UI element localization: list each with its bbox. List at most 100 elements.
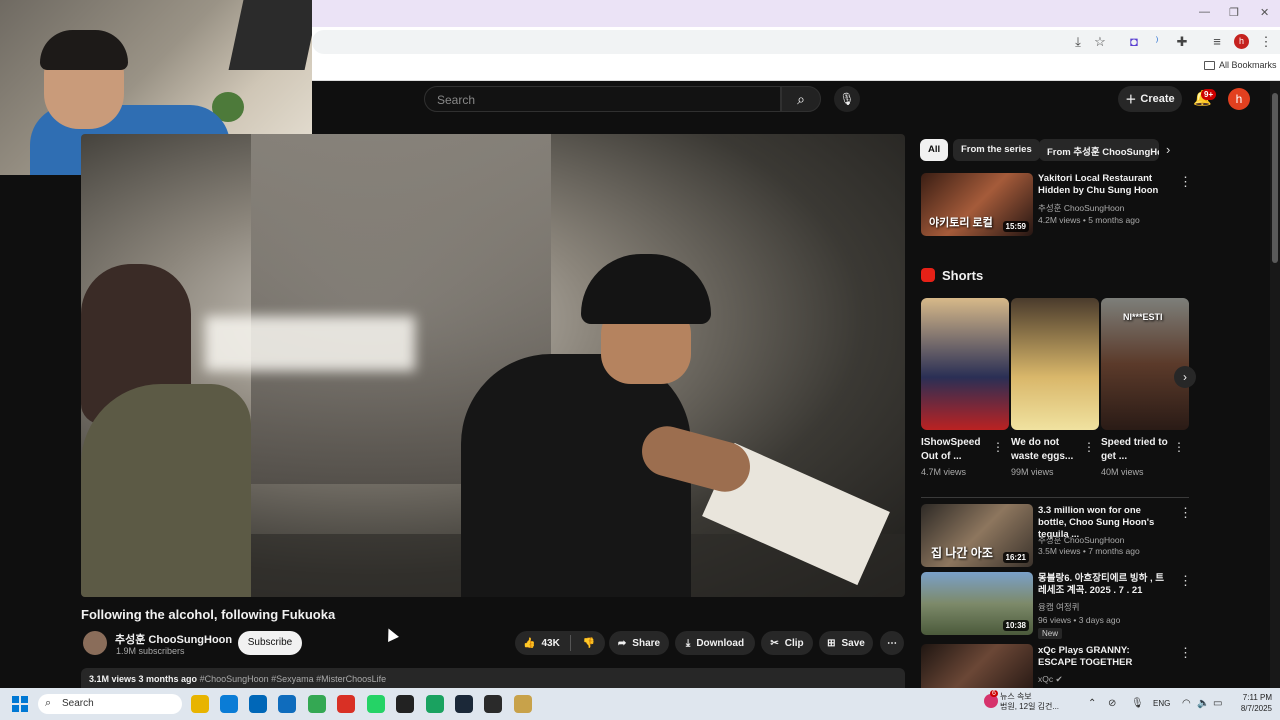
video-thumbnail[interactable] <box>921 644 1033 688</box>
taskbar-app-icon[interactable] <box>220 695 238 713</box>
chip-from-series[interactable]: From the series <box>953 139 1040 161</box>
subscribe-button[interactable]: Subscribe <box>238 631 302 655</box>
short-title[interactable]: We do not waste eggs... <box>1011 436 1081 464</box>
more-vertical-icon[interactable]: ⋮ <box>1083 440 1095 454</box>
download-button[interactable]: ⤓ Download <box>675 631 755 655</box>
scissors-icon: ✂ <box>770 637 779 649</box>
recommended-video-channel[interactable]: xQc ✔ <box>1038 674 1063 685</box>
tray-app-icon[interactable]: ⊘ <box>1108 698 1116 709</box>
wifi-icon[interactable]: ◠ <box>1182 698 1191 709</box>
mic-icon: 🎙 <box>839 92 855 106</box>
more-vertical-icon[interactable]: ⋮ <box>1179 174 1192 190</box>
taskbar-app-icon[interactable] <box>337 695 355 713</box>
chevron-right-icon[interactable]: › <box>1166 142 1170 157</box>
share-icon: ➦ <box>617 637 627 649</box>
thumbs-down-icon[interactable]: 👎 <box>583 638 595 649</box>
like-count[interactable]: 43K <box>541 638 559 649</box>
chip-from-channel[interactable]: From 추성훈 ChooSungHoon <box>1039 139 1159 161</box>
close-window-button[interactable]: ✕ <box>1260 6 1269 19</box>
recommended-video-title[interactable]: xQc Plays GRANNY: ESCAPE TOGETHER <box>1038 645 1170 669</box>
more-vertical-icon[interactable]: ⋮ <box>1179 645 1192 661</box>
more-vertical-icon[interactable]: ⋮ <box>1179 573 1192 589</box>
hashtags[interactable]: #ChooSungHoon #Sexyama #MisterChoosLife <box>200 674 387 684</box>
shorts-next-button[interactable]: › <box>1174 366 1196 388</box>
video-thumbnail[interactable]: 10:38 <box>921 572 1033 635</box>
minimize-button[interactable]: — <box>1199 6 1210 18</box>
channel-name[interactable]: 추성훈 ChooSungHoon <box>115 631 232 647</box>
media-control-icon[interactable]: ≡ <box>1208 33 1226 51</box>
save-button[interactable]: ⊞ Save <box>819 631 873 655</box>
video-duration: 10:38 <box>1002 620 1029 631</box>
channel-avatar[interactable] <box>83 631 107 655</box>
taskbar-search[interactable]: Search <box>38 694 182 714</box>
recommended-video-channel[interactable]: 추성훈 ChooSungHoon <box>1038 202 1124 214</box>
taskbar-app-icon[interactable] <box>396 695 414 713</box>
short-views: 40M views <box>1101 467 1144 477</box>
thumbs-up-icon[interactable]: 👍 <box>523 638 535 649</box>
taskbar-app-icon[interactable] <box>455 695 473 713</box>
scrollbar-thumb[interactable] <box>1272 93 1278 263</box>
taskbar-app-icon[interactable] <box>484 695 502 713</box>
recommended-video-meta: 96 views • 3 days ago <box>1038 615 1121 625</box>
search-button[interactable]: ⌕ <box>781 86 821 112</box>
short-thumbnail[interactable] <box>1011 298 1099 430</box>
search-input[interactable]: Search <box>424 86 781 112</box>
all-bookmarks-button[interactable]: All Bookmarks <box>1204 60 1277 70</box>
taskbar-app-icon[interactable] <box>191 695 209 713</box>
recommended-video-title[interactable]: Yakitori Local Restaurant Hidden by Chu … <box>1038 173 1170 197</box>
description-box[interactable]: 3.1M views 3 months ago #ChooSungHoon #S… <box>81 668 905 690</box>
video-thumbnail[interactable]: 야키토리 로컬 15:59 <box>921 173 1033 236</box>
more-vertical-icon[interactable]: ⋮ <box>1173 440 1185 454</box>
volume-icon[interactable]: 🔈 <box>1197 698 1209 709</box>
video-player[interactable] <box>81 134 905 597</box>
news-widget[interactable]: 뉴스 속보 법원, 12일 김건... <box>1000 692 1059 712</box>
puzzle-icon[interactable]: ✚ <box>1173 33 1191 51</box>
windows-start-icon[interactable] <box>12 696 28 712</box>
short-thumbnail[interactable]: NI***ESTI <box>1101 298 1189 430</box>
taskbar-clock[interactable]: 7:11 PM 8/7/2025 <box>1232 692 1272 714</box>
create-button[interactable]: ＋ Create <box>1118 86 1182 112</box>
battery-icon[interactable]: ▭ <box>1213 698 1222 709</box>
recommended-video-title[interactable]: 몽블랑6. 아흐장티에르 빙하 , 트레세조 계곡. 2025 . 7 . 21 <box>1038 573 1170 597</box>
short-title[interactable]: IShowSpeed Out of ... <box>921 436 991 464</box>
notification-badge: 9+ <box>1201 89 1217 100</box>
recommended-video-channel[interactable]: 융캠 여정퀴 <box>1038 601 1079 613</box>
divider <box>921 497 1189 498</box>
extension-icon[interactable]: ◘ <box>1125 33 1143 51</box>
taskbar-app-icon[interactable] <box>308 695 326 713</box>
share-button[interactable]: ➦ Share <box>609 631 669 655</box>
chip-all[interactable]: All <box>920 139 949 161</box>
restore-button[interactable]: ❐ <box>1229 6 1239 19</box>
short-title[interactable]: Speed tried to get ... <box>1101 436 1171 464</box>
taskbar-app-icon[interactable] <box>249 695 267 713</box>
video-thumbnail[interactable]: 집 나간 아조 16:21 <box>921 504 1033 567</box>
chevron-right-icon: › <box>1183 370 1187 384</box>
shorts-heading: Shorts <box>942 268 984 283</box>
clip-label: Clip <box>784 637 804 649</box>
taskbar-app-icon[interactable] <box>426 695 444 713</box>
more-vertical-icon[interactable]: ⋮ <box>1179 505 1192 521</box>
install-app-icon[interactable]: ⤓ <box>1069 33 1087 51</box>
mic-icon[interactable]: 🎙 <box>1131 698 1144 709</box>
browser-menu-icon[interactable]: ⋮ <box>1257 33 1275 51</box>
download-icon: ⤓ <box>685 637 691 649</box>
audio-extension-icon[interactable]: ⁾ <box>1148 33 1166 51</box>
create-label: Create <box>1140 93 1175 105</box>
voice-search-button[interactable]: 🎙 <box>834 86 860 112</box>
language-indicator[interactable]: ENG <box>1153 699 1170 708</box>
star-icon[interactable]: ☆ <box>1091 33 1109 51</box>
taskbar-app-icon[interactable] <box>278 695 296 713</box>
recommended-video-channel[interactable]: 추성훈 ChooSungHoon <box>1038 534 1124 546</box>
browser-profile-avatar[interactable]: h <box>1234 34 1249 49</box>
taskbar-app-icon[interactable] <box>367 695 385 713</box>
taskbar-app-icon[interactable] <box>514 695 532 713</box>
more-actions-button[interactable]: ⋯ <box>880 631 904 655</box>
account-avatar[interactable]: h <box>1228 88 1250 110</box>
chevron-up-icon[interactable]: ⌃ <box>1088 698 1096 709</box>
short-thumbnail[interactable] <box>921 298 1009 430</box>
clock-time: 7:11 PM <box>1242 693 1272 702</box>
video-duration: 16:21 <box>1002 552 1029 563</box>
clip-button[interactable]: ✂ Clip <box>761 631 813 655</box>
folder-icon <box>1204 60 1215 70</box>
more-vertical-icon[interactable]: ⋮ <box>992 440 1004 454</box>
